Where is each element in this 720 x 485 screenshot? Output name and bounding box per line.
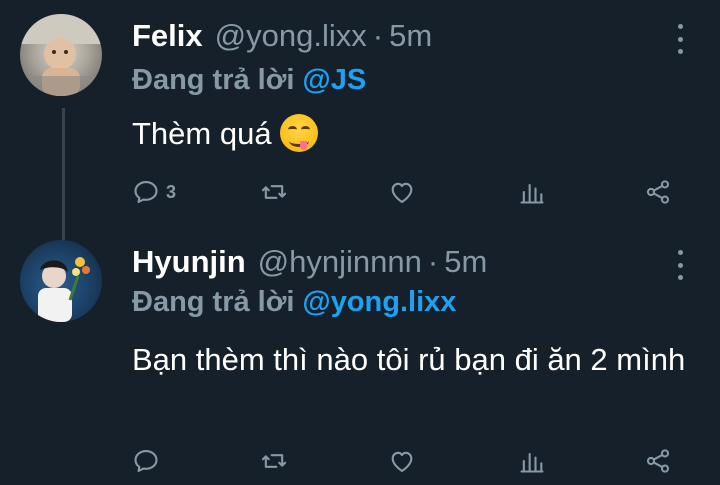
heart-icon [391, 182, 413, 203]
replying-to: Đang trả lời @JS [132, 64, 366, 97]
retweet-icon [261, 185, 287, 199]
mention-link[interactable]: @JS [302, 64, 366, 96]
like-button[interactable] [388, 175, 416, 209]
more-vertical-icon[interactable] [670, 250, 690, 280]
separator-dot: · [427, 244, 439, 279]
retweet-button[interactable] [260, 444, 288, 478]
reply-button[interactable] [132, 444, 160, 478]
tweet-text: Thèm quá [132, 112, 318, 155]
more-vertical-icon[interactable] [670, 24, 690, 54]
avatar-photo [38, 257, 90, 322]
replying-to: Đang trả lời @yong.lixx [132, 286, 456, 319]
tweet-felix[interactable]: Felix @yong.lixx · 5m Đang trả lời @JS Th… [0, 0, 720, 244]
display-name[interactable]: Felix [132, 18, 203, 54]
timestamp[interactable]: 5m [444, 244, 487, 280]
share-icon [646, 449, 670, 473]
share-icon [646, 180, 670, 204]
tweet-actions: 3 [132, 175, 692, 209]
like-button[interactable] [388, 444, 416, 478]
analytics-button[interactable] [518, 175, 546, 209]
reply-button[interactable]: 3 [132, 175, 176, 209]
retweet-icon [261, 454, 287, 468]
tweet-text-content: Thèm quá [132, 116, 272, 151]
reply-prefix: Đang trả lời [132, 64, 295, 96]
tweet-text: Bạn thèm thì nào tôi rủ bạn đi ăn 2 mình [132, 342, 686, 377]
avatar-photo [20, 14, 102, 96]
display-name[interactable]: Hyunjin [132, 244, 246, 280]
tweet-header: Felix @yong.lixx · 5m [132, 18, 432, 54]
reply-prefix: Đang trả lời [132, 286, 295, 318]
heart-icon [391, 451, 413, 472]
drooling-face-emoji [279, 114, 318, 152]
comment-icon [134, 181, 158, 203]
avatar[interactable] [20, 14, 102, 96]
reply-count: 3 [166, 181, 177, 202]
user-handle[interactable]: @yong.lixx [215, 18, 367, 54]
retweet-button[interactable] [260, 175, 288, 209]
analytics-icon [520, 452, 544, 473]
user-handle[interactable]: @hynjinnnn [258, 244, 422, 280]
comment-icon [134, 450, 158, 472]
share-button[interactable] [644, 175, 672, 209]
timestamp[interactable]: 5m [389, 18, 432, 54]
tweet-actions [132, 444, 692, 478]
tweet-header: Hyunjin @hynjinnnn · 5m [132, 244, 487, 280]
tweet-hyunjin[interactable]: Hyunjin @hynjinnnn · 5m Đang trả lời @yon… [0, 228, 720, 485]
thread-line [62, 108, 65, 244]
avatar[interactable] [20, 240, 102, 322]
separator-dot: · [372, 18, 384, 53]
share-button[interactable] [644, 444, 672, 478]
analytics-icon [520, 183, 544, 204]
analytics-button[interactable] [518, 444, 546, 478]
mention-link[interactable]: @yong.lixx [302, 286, 456, 318]
